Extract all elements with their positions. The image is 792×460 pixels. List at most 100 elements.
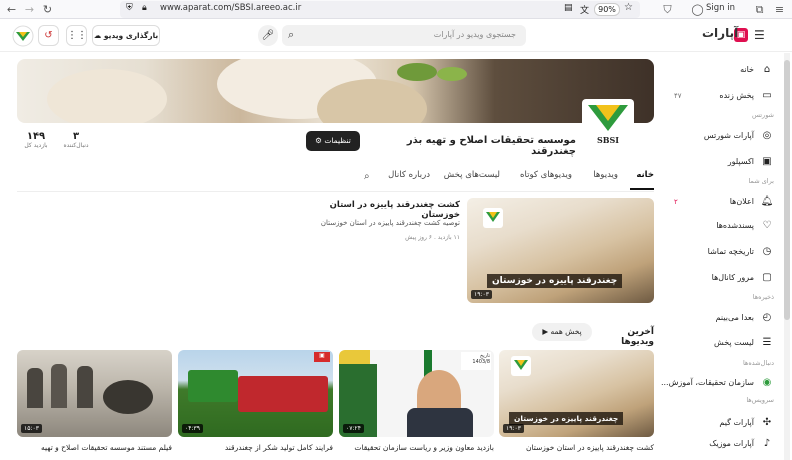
browser-toolbar: ← → ↻ ⛨ 🔒︎ www.aparat.com/SBSI.areeo.ac.… bbox=[0, 0, 792, 19]
sidebar-item[interactable]: ♡ پسندشده‌ها bbox=[674, 217, 774, 235]
sidebar-section-heading: سرویس‌ها bbox=[746, 396, 774, 404]
sidebar-item[interactable]: ⌂ خانه bbox=[674, 61, 774, 79]
divider bbox=[17, 191, 654, 192]
sidebar-item[interactable]: ◷ تاریخچه تماشا bbox=[674, 243, 774, 261]
gear-icon: ⚙ bbox=[315, 136, 322, 145]
sign-in-link[interactable]: Sign in bbox=[706, 3, 735, 13]
featured-meta: ۱۱ بازدید . ۶ روز پیش bbox=[405, 234, 460, 241]
sidebar-item[interactable]: ☰ لیست پخش bbox=[674, 334, 774, 352]
video-duration: ۱۹:۰۳ bbox=[503, 424, 524, 433]
sidebar-item[interactable]: ▭ پخش زنده ۴۷ bbox=[674, 87, 774, 105]
play-all-label: پخش همه bbox=[550, 327, 582, 336]
app-logo-text[interactable]: آپارات bbox=[702, 26, 738, 40]
reload-icon[interactable]: ↻ bbox=[40, 2, 55, 17]
bell-icon: 🔔︎ bbox=[760, 196, 774, 207]
tab-playlists[interactable]: لیست‌های پخش bbox=[444, 170, 500, 180]
sidebar-item[interactable]: ◉ سازمان تحقیقات، آموزش... bbox=[661, 374, 774, 392]
sidebar-item-label: لیست پخش bbox=[714, 338, 754, 347]
channel-watermark bbox=[511, 356, 531, 376]
channel-switch-icon[interactable]: ↺ bbox=[38, 25, 59, 46]
channel-logo[interactable]: SBSI bbox=[582, 99, 634, 149]
game-icon: ✣ bbox=[762, 417, 772, 428]
user-avatar[interactable] bbox=[12, 25, 34, 47]
translate-icon[interactable]: 文 bbox=[580, 3, 589, 16]
history-icon: ◷ bbox=[762, 246, 772, 257]
app-header: ☰ ▣ آپارات جستجوی ویدیو در آپارات ⌕ 🎤︎ ب… bbox=[0, 20, 792, 52]
sidebar-section-heading: ذخیره‌ها bbox=[752, 293, 774, 301]
url-text: www.aparat.com/SBSI.areeo.ac.ir bbox=[160, 3, 302, 13]
video-card-title[interactable]: بازدید معاون وزیر و ریاست سازمان تحقیقات bbox=[338, 443, 494, 452]
video-duration: ۰۴:۳۹ bbox=[182, 424, 203, 433]
person-figure bbox=[27, 368, 43, 408]
video-card-thumbnail[interactable]: ۱۵:۰۳ bbox=[17, 350, 172, 437]
featured-title[interactable]: کشت چغندرقند پاییزه در استان خوزستان bbox=[300, 200, 460, 220]
address-bar[interactable]: ⛨ 🔒︎ www.aparat.com/SBSI.areeo.ac.ir ▤ 文… bbox=[120, 1, 640, 18]
channel-badge-icon: ▣ bbox=[314, 352, 330, 362]
channel-name: موسسه تحقیقات اصلاح و تهیه بذر چغندرقند bbox=[406, 135, 576, 157]
sidebar-item[interactable]: 🔔︎ اعلان‌ها ۲ bbox=[674, 193, 774, 211]
tab-home[interactable]: خانه bbox=[636, 170, 654, 180]
thumbnail-caption: چغندرقند پاییزه در خوزستان bbox=[509, 412, 624, 425]
sidebar-item-label: مرور کانال‌ها bbox=[711, 273, 754, 282]
sidebar-item[interactable]: ▣ اکسپلور bbox=[674, 153, 774, 171]
apps-grid-icon[interactable]: ⋮⋮ bbox=[66, 25, 87, 46]
bookmark-star-icon[interactable]: ☆ bbox=[624, 2, 633, 13]
thumbnail-caption: چغندرقند پاییزه در خوزستان bbox=[487, 274, 623, 288]
pocket-icon[interactable]: ⛉ bbox=[660, 2, 675, 17]
search-icon[interactable]: ⌕ bbox=[288, 28, 294, 42]
forward-icon[interactable]: → bbox=[22, 2, 37, 17]
video-card-title[interactable]: کشت چغندرقند پاییزه در استان خوزستان bbox=[498, 443, 654, 452]
search-input[interactable]: جستجوی ویدیو در آپارات ⌕ bbox=[282, 25, 526, 46]
person-suit bbox=[407, 408, 473, 437]
sidebar-item[interactable]: ♪ آپارات موزیک bbox=[674, 435, 774, 453]
channel-search-icon[interactable]: ⌕ bbox=[364, 171, 370, 182]
playlist-icon: ☰ bbox=[762, 337, 772, 348]
lock-icon: 🔒︎ bbox=[142, 3, 147, 13]
sidebar-section-heading: شورتس bbox=[751, 111, 774, 119]
channel-watermark bbox=[483, 208, 503, 228]
views-stat: ۱۴۹ بازدید کل bbox=[18, 131, 54, 149]
sidebar-badge: ۴۷ bbox=[674, 92, 682, 100]
video-card-thumbnail[interactable]: ▣ ۰۴:۳۹ bbox=[178, 350, 333, 437]
video-duration: ۰۷:۲۴ bbox=[343, 424, 364, 433]
clock-icon: ◴ bbox=[762, 312, 772, 323]
person-figure bbox=[77, 366, 93, 408]
sidebar-item[interactable]: ◴ بعدا می‌بینم bbox=[674, 309, 774, 327]
followers-stat: ۳ دنبال‌کننده bbox=[58, 131, 94, 149]
video-card-thumbnail[interactable]: چغندرقند پاییزه در خوزستان ۱۹:۰۳ bbox=[499, 350, 654, 437]
microphone-icon[interactable]: 🎤︎ bbox=[258, 25, 278, 46]
hamburger-icon[interactable]: ☰ bbox=[754, 28, 765, 42]
upload-cloud-icon: ☁ bbox=[93, 31, 102, 40]
video-card-title[interactable]: فیلم مستند موسسه تحقیقات اصلاح و تهیه bbox=[16, 443, 172, 452]
sidebar-item[interactable]: ✣ آپارات گیم bbox=[674, 414, 774, 432]
featured-thumbnail[interactable]: چغندرقند پاییزه در خوزستان ۱۹:۰۳ bbox=[467, 198, 654, 303]
upload-video-button[interactable]: بارگذاری ویدیو ☁ bbox=[92, 25, 160, 46]
account-icon[interactable]: ◯ bbox=[690, 2, 705, 17]
video-card-thumbnail[interactable]: تاریخ 1403/8 ۰۷:۲۴ bbox=[339, 350, 494, 437]
tab-about[interactable]: درباره کانال bbox=[388, 170, 430, 180]
sidebar-item-label: آپارات شورتس bbox=[703, 131, 754, 140]
video-card-title[interactable]: فرایند کامل تولید شکر از چغندرقند bbox=[177, 443, 333, 452]
scrollbar-thumb[interactable] bbox=[784, 60, 790, 320]
menu-icon[interactable]: ≡ bbox=[772, 2, 787, 17]
zoom-level[interactable]: 90% bbox=[594, 3, 620, 16]
settings-button[interactable]: تنظیمات ⚙ bbox=[306, 131, 360, 151]
sidebar-item[interactable]: ▢ مرور کانال‌ها bbox=[674, 269, 774, 287]
views-label: بازدید کل bbox=[24, 142, 48, 149]
harvester-shape bbox=[238, 376, 328, 412]
thumbnail-subtitle: تاریخ 1403/8 bbox=[461, 352, 491, 370]
followers-label: دنبال‌کننده bbox=[63, 142, 89, 149]
sidebar-item[interactable]: ◎ آپارات شورتس bbox=[674, 127, 774, 145]
live-icon: ▭ bbox=[762, 90, 772, 101]
reader-view-icon[interactable]: ▤ bbox=[564, 3, 573, 13]
back-icon[interactable]: ← bbox=[4, 2, 19, 17]
video-duration: ۱۵:۰۳ bbox=[21, 424, 42, 433]
person-figure bbox=[51, 364, 67, 408]
tab-shorts[interactable]: ویدیوهای کوتاه bbox=[520, 170, 572, 180]
latest-videos-title: آخرین ویدیوها bbox=[621, 327, 654, 347]
play-all-button[interactable]: پخش همه ▶ bbox=[532, 323, 592, 341]
sidebar-item-label: آپارات گیم bbox=[719, 418, 754, 427]
sidebar-section-heading: برای شما bbox=[748, 177, 774, 185]
extensions-icon[interactable]: ⧉ bbox=[752, 2, 767, 17]
tab-videos[interactable]: ویدیوها bbox=[593, 170, 618, 180]
